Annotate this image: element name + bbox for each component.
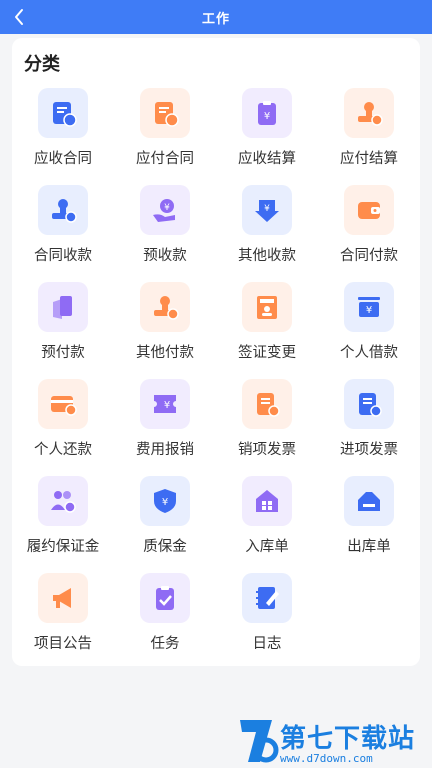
- category-item-stock-out[interactable]: 出库单: [318, 476, 420, 573]
- invoice-in-icon: [344, 379, 394, 429]
- category-card: 分类 应收合同 应付合同 ¥ 应收结算 应付结算合同收款 ¥ 预收款 ¥ 其他收款 合同付款预付款…: [12, 38, 420, 666]
- category-item-sales-invoice[interactable]: 销项发票: [216, 379, 318, 476]
- category-item-label: 日志: [252, 636, 282, 652]
- category-item-purchase-invoice[interactable]: 进项发票: [318, 379, 420, 476]
- category-item-task[interactable]: 任务: [114, 573, 216, 670]
- category-item-label: 销项发票: [238, 442, 296, 458]
- stamp-receive-icon: [38, 185, 88, 235]
- category-item-other-receipt[interactable]: ¥ 其他收款: [216, 185, 318, 282]
- category-item-label: 其他收款: [238, 248, 296, 264]
- category-item-label: 入库单: [245, 539, 289, 555]
- category-item-receivable-settlement[interactable]: ¥ 应收结算: [216, 88, 318, 185]
- category-item-label: 预收款: [143, 248, 187, 264]
- ticket-yen-icon: ¥: [140, 379, 190, 429]
- category-item-log[interactable]: 日志: [216, 573, 318, 670]
- category-item-label: 个人借款: [340, 345, 398, 361]
- category-item-label: 应收结算: [238, 151, 296, 167]
- contract-receive-icon: [38, 88, 88, 138]
- chevron-left-icon[interactable]: [10, 6, 30, 28]
- svg-text:¥: ¥: [162, 497, 168, 508]
- category-item-receivable-contract[interactable]: 应收合同: [12, 88, 114, 185]
- hand-yen-icon: ¥: [140, 185, 190, 235]
- category-item-label: 合同付款: [340, 248, 398, 264]
- category-item-label: 个人还款: [34, 442, 92, 458]
- category-item-label: 应付结算: [340, 151, 398, 167]
- category-item-contract-payment[interactable]: 合同付款: [318, 185, 420, 282]
- svg-text:¥: ¥: [164, 400, 170, 411]
- category-item-label: 质保金: [143, 539, 187, 555]
- category-item-label: 合同收款: [34, 248, 92, 264]
- svg-text:¥: ¥: [264, 111, 270, 122]
- clipboard-check-icon: [140, 573, 190, 623]
- category-item-expense-reimbursement[interactable]: ¥ 费用报销: [114, 379, 216, 476]
- svg-text:¥: ¥: [264, 204, 270, 214]
- watermark-url: www.d7down.com: [280, 752, 373, 765]
- category-item-advance-receipt[interactable]: ¥ 预收款: [114, 185, 216, 282]
- category-item-label: 进项发票: [340, 442, 398, 458]
- contract-pay-icon: [140, 88, 190, 138]
- category-item-performance-bond[interactable]: 履约保证金: [12, 476, 114, 573]
- warehouse-in-icon: [242, 476, 292, 526]
- category-item-personal-repayment[interactable]: 个人还款: [12, 379, 114, 476]
- category-item-payable-settlement[interactable]: 应付结算: [318, 88, 420, 185]
- category-item-payable-contract[interactable]: 应付合同: [114, 88, 216, 185]
- category-item-label: 出库单: [347, 539, 391, 555]
- category-item-label: 应付合同: [136, 151, 194, 167]
- category-item-label: 其他付款: [136, 345, 194, 361]
- category-item-personal-loan[interactable]: ¥ 个人借款: [318, 282, 420, 379]
- id-card-icon: [242, 282, 292, 332]
- wallet-icon: [344, 185, 394, 235]
- category-item-stock-in[interactable]: 入库单: [216, 476, 318, 573]
- category-item-label: 项目公告: [34, 636, 92, 652]
- money-tray-icon: ¥: [344, 282, 394, 332]
- clipboard-yen-icon: ¥: [242, 88, 292, 138]
- svg-text:¥: ¥: [164, 203, 170, 213]
- category-item-visa-change[interactable]: 签证变更: [216, 282, 318, 379]
- notebook-pen-icon: [242, 573, 292, 623]
- watermark-title: 第七下载站: [280, 724, 416, 754]
- category-item-label: 履约保证金: [26, 539, 100, 555]
- category-item-advance-payment[interactable]: 预付款: [12, 282, 114, 379]
- people-group-icon: [38, 476, 88, 526]
- category-item-label: 应收合同: [34, 151, 92, 167]
- category-item-label: 费用报销: [136, 442, 194, 458]
- category-item-contract-collection[interactable]: 合同收款: [12, 185, 114, 282]
- top-navigation-bar: 工作: [0, 0, 432, 34]
- document-layers-icon: [38, 282, 88, 332]
- category-item-label: 任务: [150, 636, 180, 652]
- category-item-quality-deposit[interactable]: ¥ 质保金: [114, 476, 216, 573]
- category-item-project-announcement[interactable]: 项目公告: [12, 573, 114, 670]
- stamp-pay-icon: [140, 282, 190, 332]
- category-grid: 应收合同 应付合同 ¥ 应收结算 应付结算合同收款 ¥ 预收款 ¥ 其他收款 合同付款预付款 其他付…: [12, 88, 420, 670]
- shield-yen-icon: ¥: [140, 476, 190, 526]
- megaphone-icon: [38, 573, 88, 623]
- category-item-label: 签证变更: [238, 345, 296, 361]
- svg-text:¥: ¥: [366, 305, 372, 316]
- stamp-pay-icon: [344, 88, 394, 138]
- section-title: 分类: [24, 54, 60, 75]
- yen-down-arrow-icon: ¥: [242, 185, 292, 235]
- page-title: 工作: [201, 11, 230, 27]
- category-item-other-payment[interactable]: 其他付款: [114, 282, 216, 379]
- invoice-out-icon: [242, 379, 292, 429]
- category-item-label: 预付款: [41, 345, 85, 361]
- card-return-icon: [38, 379, 88, 429]
- warehouse-out-icon: [344, 476, 394, 526]
